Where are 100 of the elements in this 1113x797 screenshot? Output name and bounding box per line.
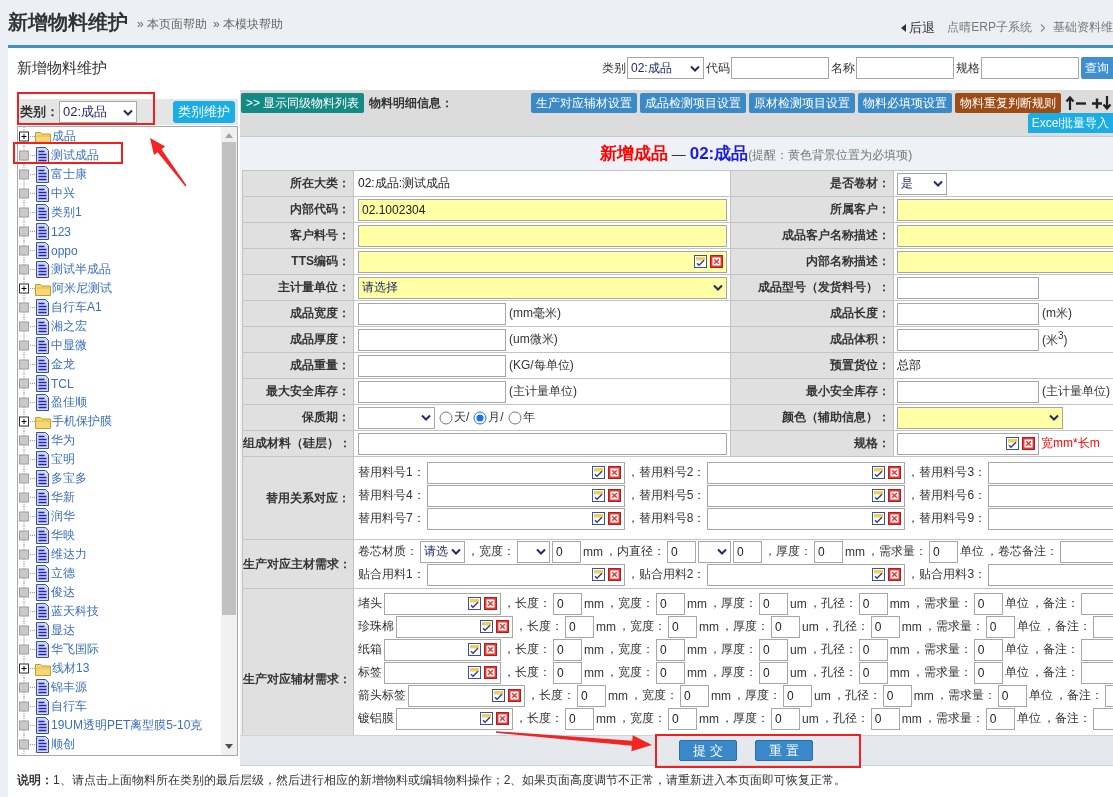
search-input[interactable]: [856, 57, 954, 79]
input-field[interactable]: [358, 302, 506, 325]
number-field[interactable]: 0: [985, 615, 1015, 638]
tree-item[interactable]: 123: [51, 224, 72, 239]
help-link[interactable]: » 本模块帮助: [213, 16, 284, 33]
number-field[interactable]: 0: [973, 592, 1003, 615]
toolbar-button[interactable]: 物料重复判断规则: [955, 93, 1061, 113]
number-field[interactable]: 0: [759, 592, 788, 615]
tree-item[interactable]: 阿米尼测试: [52, 280, 112, 297]
plus-arrow-down-icon[interactable]: [1091, 95, 1113, 111]
number-field[interactable]: 0: [656, 638, 685, 661]
tree-item[interactable]: 测试半成品: [51, 261, 111, 278]
number-field[interactable]: 0: [973, 638, 1003, 661]
input-field[interactable]: [1080, 661, 1113, 684]
tree-item[interactable]: 中兴: [51, 185, 75, 202]
scrollbar-thumb[interactable]: [222, 142, 236, 615]
input-field[interactable]: [1092, 615, 1113, 638]
select-field[interactable]: [517, 540, 550, 563]
number-field[interactable]: 0: [577, 684, 606, 707]
number-field[interactable]: 0: [973, 661, 1003, 684]
picker-field[interactable]: [358, 250, 727, 273]
tree-item[interactable]: 测试成品: [51, 147, 99, 164]
search-input[interactable]: [731, 57, 829, 79]
number-field[interactable]: 0: [858, 592, 888, 615]
number-field[interactable]: 0: [985, 707, 1015, 730]
breadcrumb-link[interactable]: 点晴ERP子系统: [947, 19, 1032, 36]
number-field[interactable]: 0: [656, 661, 685, 684]
picker-field[interactable]: [396, 615, 513, 638]
tree-item[interactable]: 华为: [51, 432, 75, 449]
picker-field[interactable]: [707, 484, 906, 507]
number-field[interactable]: 0: [667, 540, 696, 563]
input-field[interactable]: [1060, 540, 1113, 563]
number-field[interactable]: 0: [783, 684, 812, 707]
tree-item[interactable]: 线材13: [52, 660, 90, 677]
number-field[interactable]: 0: [668, 615, 697, 638]
input-field[interactable]: [897, 328, 1039, 351]
input-field[interactable]: [897, 380, 1039, 403]
tree-item[interactable]: 显达: [51, 622, 75, 639]
breadcrumb-link[interactable]: 基础资料维: [1053, 19, 1113, 36]
help-link[interactable]: » 本页面帮助: [137, 16, 207, 33]
expand-toggle[interactable]: [18, 127, 35, 146]
picker-field[interactable]: [426, 507, 625, 530]
arrow-up-dash-icon[interactable]: [1065, 95, 1087, 111]
input-field[interactable]: [358, 224, 727, 247]
picker-field[interactable]: [426, 563, 625, 586]
tree-item[interactable]: 宝明: [51, 451, 75, 468]
category-select[interactable]: 02:成品: [59, 101, 137, 123]
number-field[interactable]: 0: [553, 661, 582, 684]
select-field[interactable]: [897, 406, 1063, 429]
show-list-button[interactable]: >> 显示同级物料列表: [241, 93, 365, 113]
tree-item[interactable]: 维达力: [51, 546, 87, 563]
picker-field[interactable]: [707, 563, 906, 586]
number-field[interactable]: 0: [553, 638, 582, 661]
tree-item[interactable]: 湘之宏: [51, 318, 87, 335]
number-field[interactable]: 0: [733, 540, 762, 563]
input-field[interactable]: [988, 484, 1113, 507]
tree-item[interactable]: 锦丰源: [51, 679, 87, 696]
number-field[interactable]: 0: [870, 707, 900, 730]
form-button[interactable]: 重 置: [755, 740, 813, 761]
picker-field[interactable]: [426, 461, 625, 484]
number-field[interactable]: 0: [858, 661, 888, 684]
tree-item[interactable]: 手机保护膜: [52, 413, 112, 430]
tree-item[interactable]: 盈佳顺: [51, 394, 87, 411]
search-input[interactable]: [981, 57, 1079, 79]
tree-item[interactable]: 中显微: [51, 337, 87, 354]
number-field[interactable]: 0: [565, 707, 594, 730]
tree-item[interactable]: 自行车: [51, 698, 87, 715]
picker-field[interactable]: [396, 707, 513, 730]
input-field[interactable]: [897, 276, 1039, 299]
input-field[interactable]: [988, 461, 1113, 484]
number-field[interactable]: 0: [668, 707, 697, 730]
input-field[interactable]: [358, 354, 506, 377]
input-field[interactable]: [1104, 684, 1113, 707]
toolbar-button[interactable]: 物料必填项设置: [858, 93, 952, 113]
number-field[interactable]: 0: [656, 592, 685, 615]
select-field[interactable]: [698, 540, 731, 563]
number-field[interactable]: 0: [771, 707, 800, 730]
number-field[interactable]: 0: [929, 540, 958, 563]
radio-button[interactable]: [473, 410, 488, 425]
tree-item[interactable]: 自行车A1: [51, 299, 102, 316]
picker-field[interactable]: [897, 432, 1039, 455]
toolbar-button[interactable]: 成品检测项目设置: [640, 93, 746, 113]
tree-item[interactable]: 19UM透明PET离型膜5-10克: [51, 717, 203, 734]
input-field[interactable]: [988, 507, 1113, 530]
number-field[interactable]: 0: [552, 540, 581, 563]
input-field[interactable]: [897, 198, 1113, 221]
search-select[interactable]: 02:成品: [627, 57, 704, 79]
picker-field[interactable]: [384, 592, 501, 615]
scrollbar[interactable]: [221, 127, 237, 755]
tree-item[interactable]: 华映: [51, 527, 75, 544]
number-field[interactable]: 0: [814, 540, 843, 563]
number-field[interactable]: 0: [565, 615, 594, 638]
input-field[interactable]: [1092, 707, 1113, 730]
number-field[interactable]: 0: [870, 615, 900, 638]
picker-field[interactable]: [426, 484, 625, 507]
tree-item[interactable]: 顺创: [51, 736, 75, 753]
back-link[interactable]: 后退: [901, 18, 936, 37]
input-field[interactable]: [358, 380, 506, 403]
tree-item[interactable]: 金龙: [51, 356, 75, 373]
expand-toggle[interactable]: [18, 412, 35, 431]
